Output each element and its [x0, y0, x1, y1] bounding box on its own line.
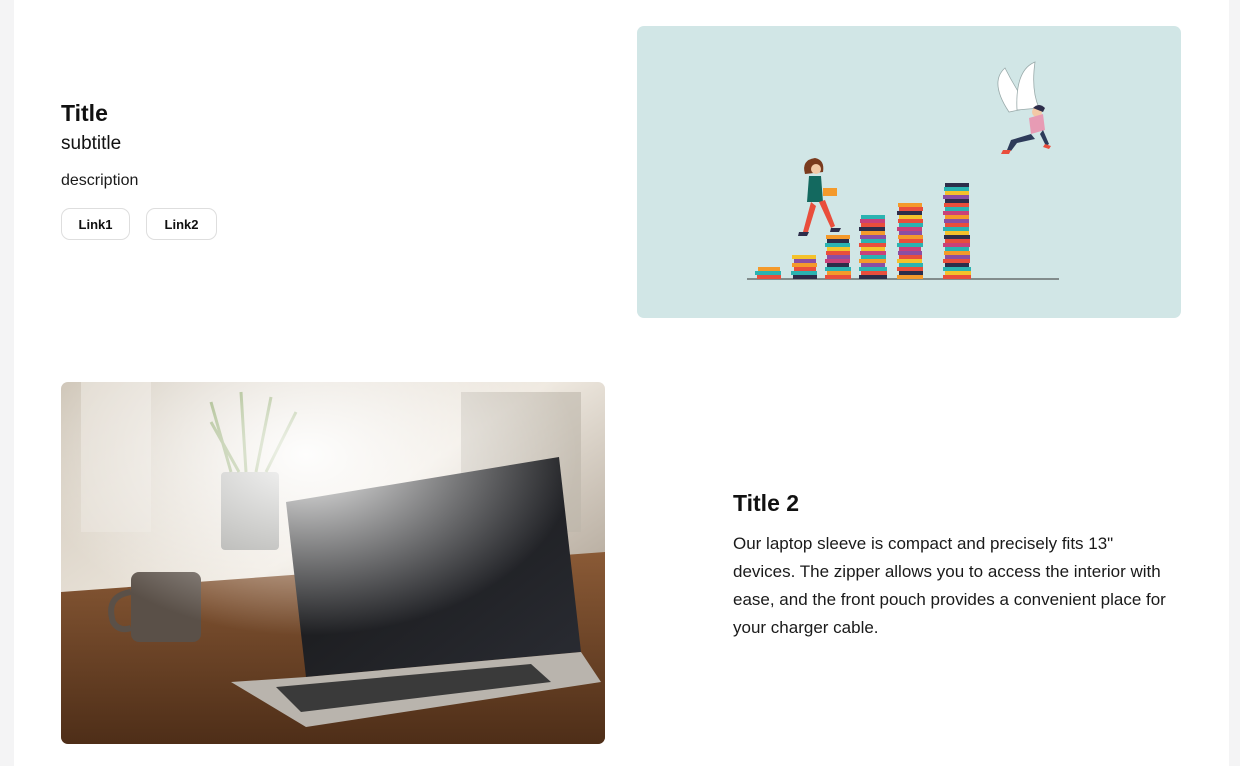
books-illustration-art [747, 61, 1059, 280]
book-stack-1 [755, 267, 781, 279]
hero-description: description [61, 172, 139, 189]
book-stack-5 [897, 203, 923, 279]
laptop-photo [61, 382, 605, 744]
hero-text-block: Title subtitle description Link1 Link2 [61, 98, 541, 240]
book-stack-2 [791, 255, 817, 279]
hero-title: Title [61, 100, 108, 126]
book-stack-4 [859, 215, 887, 279]
winged-figure [997, 61, 1051, 154]
book-stack-6 [943, 183, 971, 279]
page: Title subtitle description Link1 Link2 T… [14, 0, 1229, 766]
feature-text-block: Title 2 Our laptop sleeve is compact and… [733, 488, 1173, 642]
laptop-photo-art [61, 382, 605, 744]
link2-button[interactable]: Link2 [146, 208, 217, 240]
hero-links: Link1 Link2 [61, 208, 541, 240]
hero-subtitle: subtitle [61, 133, 122, 154]
books-illustration [637, 26, 1181, 318]
link1-button[interactable]: Link1 [61, 208, 130, 240]
feature-title: Title 2 [733, 490, 800, 516]
climbing-girl-figure [798, 158, 841, 236]
feature-body: Our laptop sleeve is compact and precise… [733, 534, 1166, 637]
book-stack-3 [825, 235, 851, 279]
